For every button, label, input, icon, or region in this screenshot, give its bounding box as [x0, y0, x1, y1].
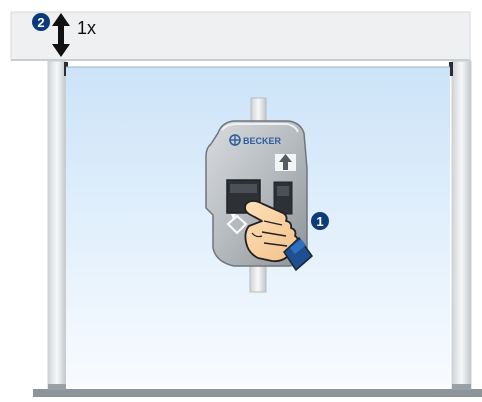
large-button-face: [230, 184, 257, 193]
right-rail: [451, 60, 472, 393]
becker-logo-icon: [229, 134, 241, 146]
step-2-number: 2: [37, 15, 44, 30]
floor-shade-right: [452, 384, 471, 390]
floor-bar: [33, 389, 482, 397]
times-label: 1x: [77, 18, 96, 38]
floor-shade-left: [48, 384, 66, 390]
left-rail: [47, 60, 67, 393]
diagram-svg: 2 1x BECKER 1: [10, 11, 482, 397]
step-1-number: 1: [316, 214, 323, 229]
small-button-face: [277, 186, 289, 196]
device-tube-bottom: [249, 265, 267, 293]
diagram: 2 1x BECKER 1: [0, 0, 482, 397]
brand-label: BECKER: [243, 136, 282, 146]
